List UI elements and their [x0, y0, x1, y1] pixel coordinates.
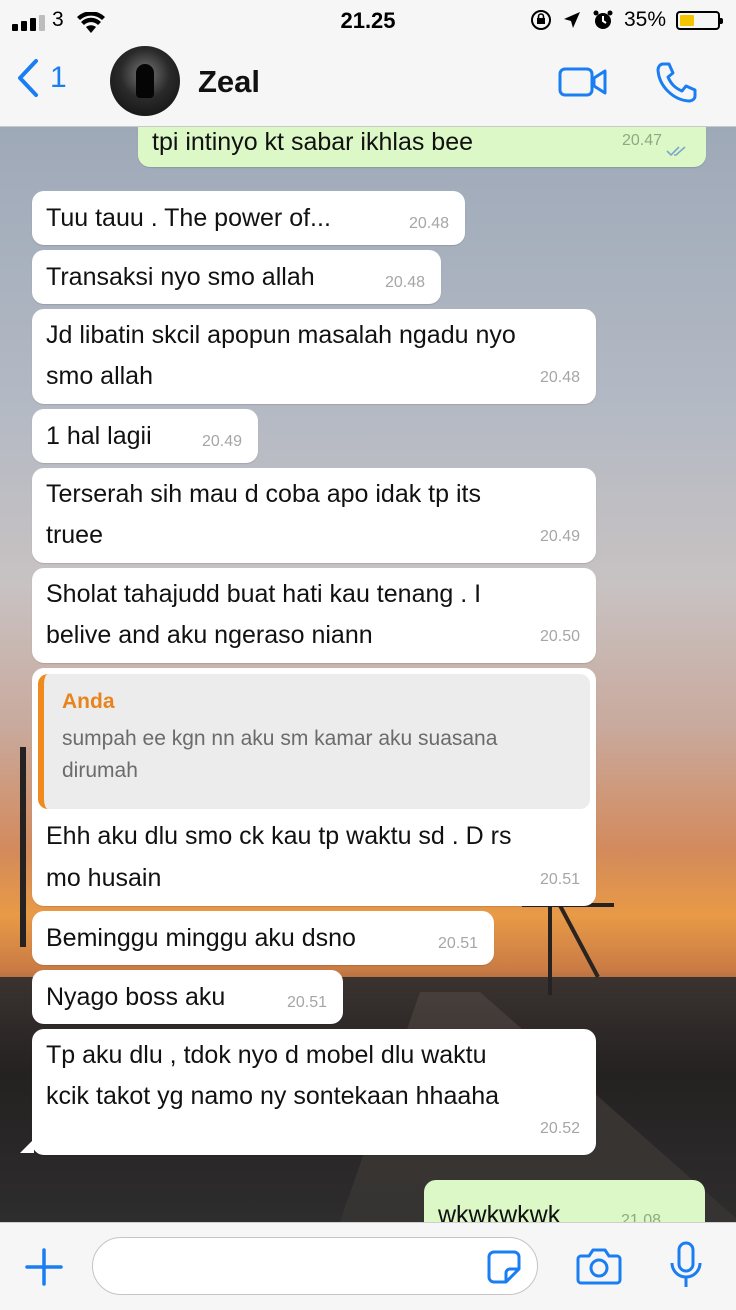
contact-name[interactable]: Zeal — [198, 64, 260, 100]
microphone-icon[interactable] — [668, 1241, 704, 1291]
wallpaper-pole — [20, 747, 26, 947]
rotation-lock-icon — [530, 10, 551, 30]
message-text: Jd libatin skcil apopun masalah ngadu ny… — [46, 321, 516, 349]
video-call-icon[interactable] — [558, 66, 608, 98]
message-outgoing[interactable]: tpi intinyo kt sabar ikhlas bee 20.47 — [138, 127, 706, 167]
message-incoming[interactable]: Transaksi nyo smo allah 20.48 — [32, 250, 441, 304]
message-text: Nyago boss aku — [46, 983, 226, 1011]
top-bar: 3 21.25 35% 1 Zeal — [0, 0, 736, 127]
message-time: 20.48 — [408, 215, 449, 232]
message-incoming[interactable]: Tuu tauu . The power of... 20.48 — [32, 191, 465, 245]
message-incoming-reply[interactable]: Anda sumpah ee kgn nn aku sm kamar aku s… — [32, 668, 596, 906]
chat-header: 1 Zeal — [0, 44, 736, 124]
message-text: kcik takot yg namo ny sontekaan hhaaha — [46, 1082, 500, 1110]
message-time: 20.48 — [384, 274, 425, 291]
message-text: Beminggu minggu aku dsno — [46, 924, 356, 952]
message-time: 20.52 — [539, 1120, 580, 1137]
camera-icon[interactable] — [576, 1247, 622, 1285]
battery-percent: 35% — [623, 8, 666, 31]
wallpaper-lamp — [548, 905, 552, 995]
sticker-icon[interactable] — [486, 1249, 522, 1285]
message-time: 20.48 — [539, 369, 580, 386]
message-incoming[interactable]: Nyago boss aku 20.51 — [32, 970, 343, 1024]
message-text: Transaksi nyo smo allah — [46, 263, 315, 291]
double-check-icon — [666, 146, 686, 157]
plus-icon[interactable] — [24, 1247, 64, 1287]
message-incoming[interactable]: Sholat tahajudd buat hati kau tenang . I… — [32, 568, 596, 663]
message-incoming[interactable]: Terserah sih mau d coba apo idak tp its … — [32, 468, 596, 563]
phone-icon[interactable] — [654, 60, 698, 104]
message-incoming[interactable]: Beminggu minggu aku dsno 20.51 — [32, 911, 494, 965]
message-time: 20.49 — [539, 528, 580, 545]
message-outgoing[interactable]: wkwkwkwk 21.08 — [424, 1180, 705, 1222]
input-bar — [0, 1222, 736, 1310]
chevron-left-icon — [18, 59, 38, 97]
quoted-text-line: sumpah ee kgn nn aku sm kamar aku suasan… — [62, 727, 498, 750]
alarm-icon — [593, 10, 613, 29]
battery-icon — [676, 10, 723, 30]
message-incoming[interactable]: 1 hal lagii 20.49 — [32, 409, 258, 463]
bubble-tail — [20, 1139, 34, 1153]
quoted-text: sumpah ee kgn nn aku sm kamar aku suasan… — [62, 722, 572, 788]
quoted-text-line: dirumah — [62, 759, 138, 782]
location-icon — [563, 12, 580, 28]
status-right: 35% — [530, 8, 723, 32]
message-time: 20.51 — [437, 935, 478, 952]
message-time: 21.08 — [620, 1212, 661, 1222]
message-time: 20.49 — [201, 433, 242, 450]
message-text: Sholat tahajudd buat hati kau tenang . I — [46, 580, 482, 608]
unread-count: 1 — [50, 61, 67, 94]
message-time: 20.47 — [621, 132, 662, 149]
status-bar: 3 21.25 35% — [0, 6, 736, 36]
message-text: Tuu tauu . The power of... — [46, 204, 331, 232]
message-incoming[interactable]: Tp aku dlu , tdok nyo d mobel dlu waktu … — [32, 1029, 596, 1155]
message-text: truee — [46, 521, 103, 549]
message-input[interactable] — [92, 1237, 538, 1295]
message-text: tpi intinyo kt sabar ikhlas bee — [152, 128, 474, 156]
message-text: belive and aku ngeraso niann — [46, 621, 373, 649]
quoted-message[interactable]: Anda sumpah ee kgn nn aku sm kamar aku s… — [38, 674, 590, 809]
reply-body: Ehh aku dlu smo ck kau tp waktu sd . D r… — [38, 815, 590, 899]
message-text: mo husain — [46, 864, 162, 892]
message-text: Tp aku dlu , tdok nyo d mobel dlu waktu — [46, 1041, 487, 1069]
message-time: 20.51 — [539, 871, 580, 888]
message-text: 1 hal lagii — [46, 422, 152, 450]
message-time: 20.50 — [539, 628, 580, 645]
message-text: smo allah — [46, 362, 153, 390]
message-incoming[interactable]: Jd libatin skcil apopun masalah ngadu ny… — [32, 309, 596, 404]
message-text: Ehh aku dlu smo ck kau tp waktu sd . D r… — [46, 822, 512, 850]
quoted-sender: Anda — [62, 690, 115, 713]
message-text: Terserah sih mau d coba apo idak tp its — [46, 480, 481, 508]
message-time: 20.51 — [286, 994, 327, 1011]
avatar[interactable] — [110, 46, 180, 116]
message-text: wkwkwkwk — [438, 1201, 561, 1222]
chat-area[interactable]: tpi intinyo kt sabar ikhlas bee 20.47 Tu… — [0, 127, 736, 1222]
back-button[interactable]: 1 — [16, 58, 67, 98]
